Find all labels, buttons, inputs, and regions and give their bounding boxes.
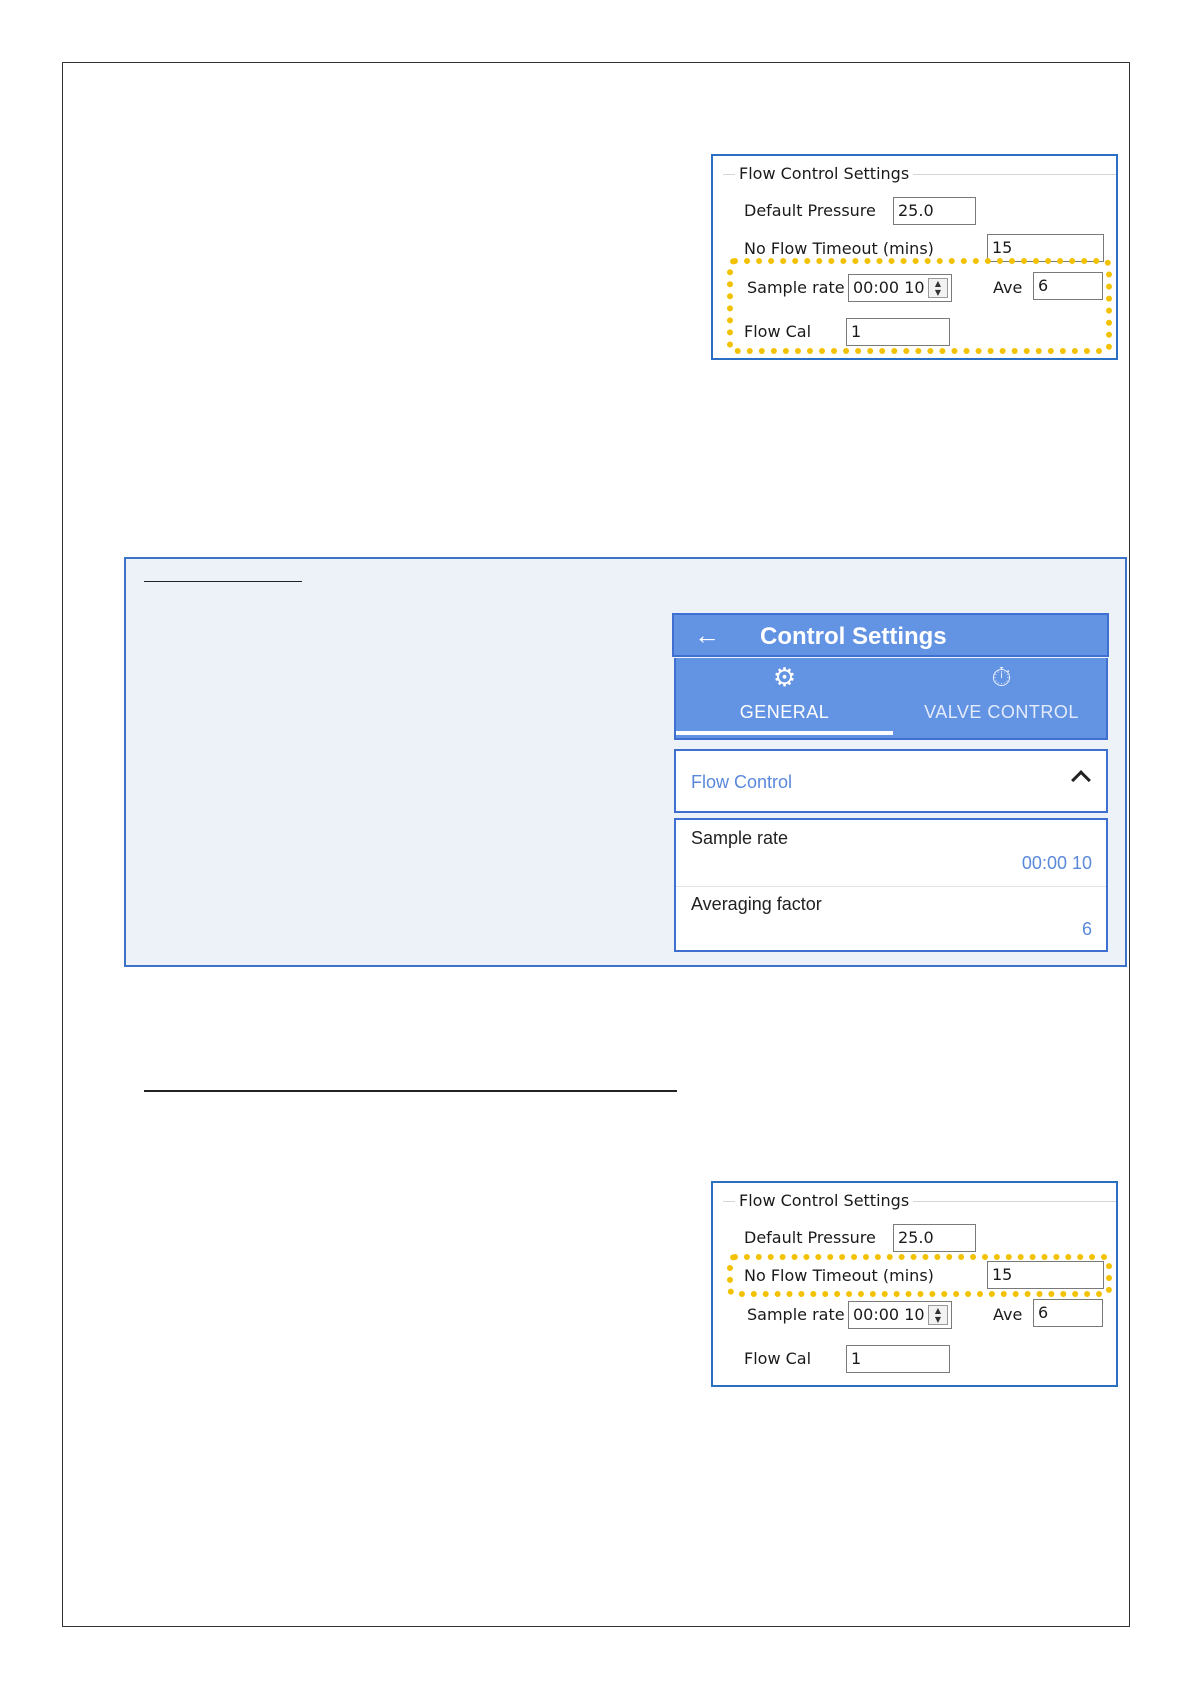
ave-field[interactable]: 6 — [1033, 1299, 1103, 1327]
sample-rate-value: 00:00 10 — [853, 1305, 925, 1324]
flow-control-settings-bottom: Flow Control Settings Default Pressure 2… — [711, 1181, 1118, 1387]
flow-cal-label: Flow Cal — [744, 1349, 812, 1368]
highlight-outline — [727, 1254, 1112, 1297]
gear-icon: ⚙ — [772, 662, 797, 692]
tab-selected-indicator — [676, 731, 893, 735]
setting-value: 00:00 10 — [1021, 853, 1092, 873]
tab-valve-control-label: VALVE CONTROL — [924, 702, 1079, 722]
ave-label: Ave — [993, 1305, 1023, 1324]
list-item-averaging-factor[interactable]: Averaging factor 6 — [676, 886, 1106, 952]
app-header: ← Control Settings — [672, 613, 1109, 657]
setting-label: Averaging factor — [691, 894, 822, 914]
chevron-up-icon[interactable] — [1071, 770, 1091, 790]
setting-value: 6 — [1081, 919, 1092, 939]
flow-cal-field[interactable]: 1 — [846, 1345, 950, 1373]
default-pressure-field[interactable]: 25.0 — [893, 197, 976, 225]
flow-control-settings-top: Flow Control Settings Default Pressure 2… — [711, 154, 1118, 360]
group-title: Flow Control Settings — [735, 164, 914, 183]
section-underline — [144, 1090, 677, 1092]
default-pressure-field[interactable]: 25.0 — [893, 1224, 976, 1252]
tab-general[interactable]: ⚙ GENERAL — [676, 658, 893, 738]
stopwatch-icon: ⏱ — [991, 662, 1012, 692]
sample-rate-field[interactable]: 00:00 10 ▲ ▼ — [848, 1301, 952, 1329]
flow-control-accordion[interactable]: Flow Control — [674, 749, 1108, 813]
default-pressure-label: Default Pressure — [744, 1228, 876, 1247]
highlight-outline — [727, 258, 1112, 354]
setting-label: Sample rate — [691, 828, 789, 848]
default-pressure-label: Default Pressure — [744, 201, 876, 220]
screen-title: Control Settings — [760, 623, 947, 650]
sample-rate-label: Sample rate — [747, 1305, 845, 1324]
tab-bar: ⚙ GENERAL ⏱ VALVE CONTROL — [674, 658, 1108, 740]
group-title: Flow Control Settings — [735, 1191, 914, 1210]
accordion-title: Flow Control — [691, 772, 793, 792]
spinner-arrows-icon[interactable]: ▲ ▼ — [928, 1305, 948, 1325]
back-arrow-icon[interactable]: ← — [694, 618, 720, 652]
tab-valve-control[interactable]: ⏱ VALVE CONTROL — [893, 658, 1110, 738]
list-item-sample-rate[interactable]: Sample rate 00:00 10 — [676, 820, 1106, 887]
no-flow-timeout-label: No Flow Timeout (mins) — [744, 239, 934, 258]
settings-list: Sample rate 00:00 10 Averaging factor 6 — [674, 818, 1108, 952]
tab-general-label: GENERAL — [739, 702, 830, 722]
heading-underline — [144, 581, 302, 582]
